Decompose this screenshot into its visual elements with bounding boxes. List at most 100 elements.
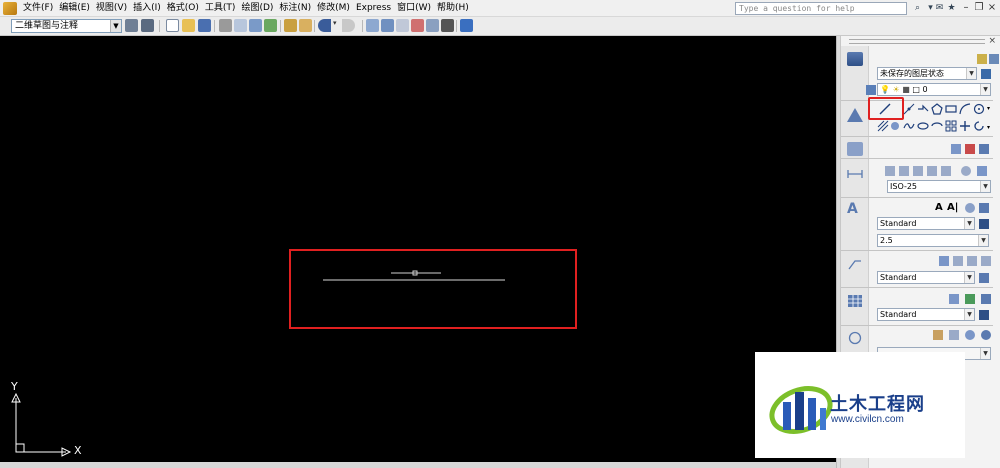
match-properties-icon[interactable] [284, 19, 297, 32]
move-icon[interactable] [959, 120, 971, 132]
chevron-down-icon[interactable]: ▼ [966, 68, 976, 79]
close-icon[interactable]: × [988, 36, 996, 46]
layer-state-manager-icon[interactable] [981, 69, 991, 79]
menu-format[interactable]: 格式(O) [164, 0, 202, 17]
design-center-icon[interactable] [411, 19, 424, 32]
spell-check-icon[interactable] [979, 203, 989, 213]
save-icon[interactable] [198, 19, 211, 32]
radius-dim-icon[interactable] [961, 166, 971, 176]
ellipse-arc-icon[interactable] [931, 120, 943, 132]
chevron-down-icon[interactable]: ▼ [110, 20, 121, 32]
layer-state-select[interactable]: 未保存的图层状态 ▼ [877, 67, 977, 80]
align-leader-icon[interactable] [967, 256, 977, 266]
zoom-window-icon[interactable] [965, 330, 975, 340]
close-icon[interactable]: × [985, 0, 999, 16]
help-search-input[interactable]: Type a question for help [735, 2, 907, 15]
block-editor-icon[interactable] [299, 19, 312, 32]
polygon-icon[interactable] [931, 103, 943, 115]
zoom-icon[interactable] [381, 19, 394, 32]
chevron-down-icon[interactable]: ▼ [978, 235, 988, 246]
chevron-down-icon[interactable]: ▾ [987, 124, 990, 131]
hatch-icon[interactable] [877, 120, 889, 132]
arc-icon[interactable] [959, 103, 971, 115]
annotation-scaling-control-icon[interactable] [847, 142, 863, 156]
menu-view[interactable]: 视图(V) [93, 0, 130, 17]
2d-navigate-control-icon[interactable] [847, 330, 863, 345]
construction-line-icon[interactable] [903, 103, 915, 115]
text-control-icon[interactable]: A [847, 201, 863, 217]
layer-states-icon[interactable] [989, 54, 999, 64]
layers-control-icon[interactable] [847, 52, 863, 66]
menu-dimension[interactable]: 标注(N) [276, 0, 314, 17]
text-style-manager-icon[interactable] [979, 219, 989, 229]
spline-icon[interactable] [903, 120, 915, 132]
insert-block-icon[interactable] [945, 120, 957, 132]
linear-dim-icon[interactable] [885, 166, 895, 176]
add-leader-icon[interactable] [939, 256, 949, 266]
chevron-down-icon[interactable]: ▼ [964, 218, 974, 229]
menu-insert[interactable]: 插入(I) [130, 0, 164, 17]
model-layout-tabs[interactable] [0, 462, 836, 468]
minimize-icon[interactable]: – [959, 0, 973, 16]
chevron-down-icon[interactable]: ▼ [980, 348, 990, 359]
remove-leader-icon[interactable] [953, 256, 963, 266]
dimensions-control-icon[interactable] [847, 166, 863, 180]
zoom-extents-icon[interactable] [981, 330, 991, 340]
mleader-style-select[interactable]: Standard ▼ [877, 271, 975, 284]
baseline-dim-icon[interactable] [941, 166, 951, 176]
find-text-icon[interactable] [965, 203, 975, 213]
dim-style-icon[interactable] [977, 166, 987, 176]
workspace-select[interactable]: 二维草图与注释 ▼ [11, 19, 122, 33]
collect-leader-icon[interactable] [981, 256, 991, 266]
autocad-logo-icon[interactable] [3, 1, 17, 15]
menu-help[interactable]: 帮助(H) [434, 0, 472, 17]
dim-style-select[interactable]: ISO-25 ▼ [887, 180, 991, 193]
layer-properties-icon[interactable] [977, 54, 987, 64]
pan-icon[interactable] [366, 19, 379, 32]
menu-draw[interactable]: 绘图(D) [238, 0, 276, 17]
arc-length-dim-icon[interactable] [927, 166, 937, 176]
drawing-canvas[interactable]: Y X [0, 36, 836, 468]
publish-icon[interactable] [249, 19, 262, 32]
chevron-down-icon[interactable]: ▾ [333, 19, 341, 32]
polyline-icon[interactable] [917, 103, 929, 115]
plot-preview-icon[interactable] [234, 19, 247, 32]
menu-tools[interactable]: 工具(T) [202, 0, 239, 17]
undo-icon[interactable] [318, 19, 331, 32]
menu-window[interactable]: 窗口(W) [394, 0, 434, 17]
chevron-down-icon[interactable]: ▼ [964, 272, 974, 283]
rectangle-icon[interactable] [945, 103, 957, 115]
tables-control-icon[interactable] [847, 293, 863, 307]
properties-icon[interactable] [396, 19, 409, 32]
3d-dwf-icon[interactable] [264, 19, 277, 32]
single-line-text-icon[interactable]: A| [947, 202, 958, 213]
circle-icon[interactable] [973, 103, 985, 115]
table-style-manager-icon[interactable] [979, 310, 989, 320]
favorites-star-icon[interactable]: ★ [945, 1, 958, 15]
extract-data-icon[interactable] [981, 294, 991, 304]
menu-file[interactable]: 文件(F) [20, 0, 56, 17]
workspace-settings-icon[interactable] [125, 19, 138, 32]
rotate-icon[interactable] [973, 120, 985, 132]
chevron-down-icon[interactable]: ▼ [980, 181, 990, 192]
table-style-select[interactable]: Standard ▼ [877, 308, 975, 321]
ellipse-icon[interactable] [917, 120, 929, 132]
add-scale-icon[interactable] [951, 144, 961, 154]
zoom-previous-icon[interactable] [949, 330, 959, 340]
new-file-icon[interactable] [166, 19, 179, 32]
pan-icon[interactable] [933, 330, 943, 340]
redo-icon[interactable] [342, 19, 355, 32]
tool-palettes-icon[interactable] [426, 19, 439, 32]
insert-table-icon[interactable] [949, 294, 959, 304]
text-style-select[interactable]: Standard ▼ [877, 217, 975, 230]
remove-scale-icon[interactable] [965, 144, 975, 154]
multiline-text-icon[interactable]: A [935, 202, 943, 213]
layer-select[interactable]: 💡 ☀ ■ □ 0 ▼ [877, 83, 991, 96]
help-icon[interactable] [460, 19, 473, 32]
restore-icon[interactable]: ❐ [972, 0, 986, 16]
aligned-dim-icon[interactable] [899, 166, 909, 176]
chevron-down-icon[interactable]: ▼ [964, 309, 974, 320]
angular-dim-icon[interactable] [913, 166, 923, 176]
menu-edit[interactable]: 编辑(E) [56, 0, 93, 17]
chevron-down-icon[interactable]: ▾ [987, 105, 990, 112]
